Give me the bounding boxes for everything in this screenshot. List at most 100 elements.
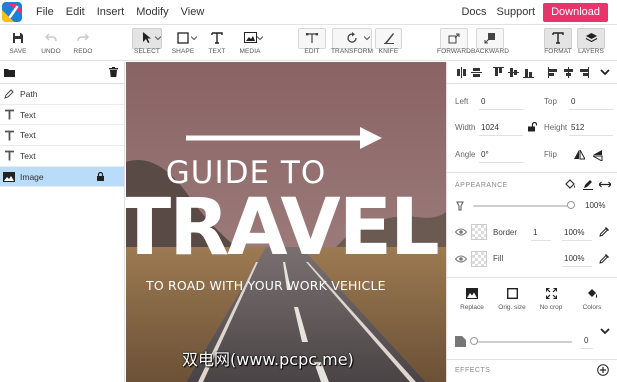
filter-slider-thumb[interactable] <box>470 337 478 345</box>
menu-modify[interactable]: Modify <box>136 0 168 25</box>
menu-view[interactable]: View <box>181 0 205 25</box>
original-size-button[interactable]: Orig. size <box>494 288 530 311</box>
flip-horizontal-icon[interactable] <box>574 150 585 160</box>
height-input[interactable]: 512 <box>571 123 584 132</box>
layer-item-image[interactable]: Image <box>0 166 124 188</box>
align-right-icon[interactable] <box>578 67 589 78</box>
backward-button[interactable]: BACKWARD <box>471 26 509 61</box>
opacity-value[interactable]: 100% <box>585 201 605 210</box>
align-top-icon[interactable] <box>493 67 504 78</box>
replace-label: Replace <box>460 304 484 311</box>
filter-value[interactable]: 0 <box>584 336 588 345</box>
undo-label: UNDO <box>41 48 61 55</box>
opacity-slider-track[interactable] <box>473 205 571 207</box>
media-tool[interactable]: MEDIA <box>234 26 266 61</box>
align-left-icon[interactable] <box>548 67 559 78</box>
fill-label: Fill <box>493 254 504 263</box>
left-input[interactable]: 0 <box>481 97 485 106</box>
menu-insert[interactable]: Insert <box>97 0 125 25</box>
redo-button[interactable]: REDO <box>68 26 98 61</box>
save-button[interactable]: SAVE <box>3 26 33 61</box>
app-logo[interactable] <box>2 2 22 22</box>
download-button[interactable]: Download <box>543 3 608 22</box>
eyedropper-icon[interactable] <box>599 226 610 237</box>
transform-chevron-down-icon[interactable] <box>364 35 370 41</box>
format-button[interactable]: FORMAT <box>541 26 575 61</box>
transform-label: TRANSFORM <box>330 48 374 55</box>
design-canvas[interactable]: GUIDE TO TRAVEL TO ROAD WITH YOUR WORK V… <box>126 62 446 382</box>
paint-bucket-icon <box>588 289 598 298</box>
layer-item-text[interactable]: Text <box>0 146 124 167</box>
canvas-subtitle[interactable]: TO ROAD WITH YOUR WORK VEHICLE <box>146 278 386 293</box>
width-input-underline <box>479 135 523 136</box>
visibility-eye-icon[interactable] <box>455 255 467 263</box>
layer-label: Text <box>20 130 36 141</box>
width-input[interactable]: 1024 <box>481 123 499 132</box>
app-window: File Edit Insert Modify View Docs Suppor… <box>0 0 617 382</box>
fill-color-swatch[interactable] <box>471 251 487 267</box>
angle-input[interactable]: 0° <box>481 150 489 159</box>
media-chevron-down-icon[interactable] <box>257 35 263 41</box>
format-label: FORMAT <box>544 48 572 55</box>
distribute-h-icon[interactable] <box>456 67 467 78</box>
shape-label: SHAPE <box>171 48 195 55</box>
align-middle-icon[interactable] <box>508 67 519 78</box>
knife-tool[interactable]: KNIFE <box>373 26 404 61</box>
filter-slider-track[interactable] <box>474 341 572 343</box>
pencil-icon[interactable] <box>583 179 593 190</box>
opacity-slider-thumb[interactable] <box>567 201 575 209</box>
forward-button[interactable]: FORWARD <box>437 26 471 61</box>
save-label: SAVE <box>9 48 27 55</box>
support-link[interactable]: Support <box>497 0 536 25</box>
select-chevron-down-icon[interactable] <box>155 35 161 41</box>
top-input-underline <box>569 109 613 110</box>
text-tool[interactable]: TEXT <box>202 26 232 61</box>
shape-tool[interactable]: SHAPE <box>166 26 200 61</box>
distribute-v-icon[interactable] <box>471 67 482 78</box>
toolbar: SAVE UNDO REDO SELECT SHAPE TEXT MEDIA E… <box>0 26 617 61</box>
layer-item-path[interactable]: Path <box>0 84 124 105</box>
fill-opacity-input[interactable]: 100% <box>564 254 584 263</box>
border-width-input[interactable]: 1 <box>533 228 537 237</box>
eyedropper-icon[interactable] <box>599 253 610 264</box>
filter-value-underline <box>581 348 593 349</box>
select-tool[interactable]: SELECT <box>130 26 164 61</box>
colors-button[interactable]: Colors <box>574 288 610 311</box>
top-input[interactable]: 0 <box>571 97 575 106</box>
resize-horizontal-icon[interactable] <box>599 181 611 188</box>
shape-chevron-down-icon[interactable] <box>191 35 197 41</box>
angle-input-underline <box>479 162 523 163</box>
chevron-down-icon[interactable] <box>600 328 610 335</box>
canvas-title[interactable]: TRAVEL <box>126 184 440 272</box>
chevron-down-icon[interactable] <box>600 69 610 76</box>
redo-icon <box>75 30 91 45</box>
menu-file[interactable]: File <box>36 0 54 25</box>
border-color-swatch[interactable] <box>471 224 487 240</box>
text-icon <box>3 150 15 162</box>
unlock-icon[interactable] <box>528 122 537 132</box>
layers-button[interactable]: LAYERS <box>574 26 608 61</box>
lock-icon[interactable] <box>97 171 104 181</box>
layer-item-text[interactable]: Text <box>0 105 124 126</box>
layers-panel-header <box>0 62 124 84</box>
paint-bucket-icon[interactable] <box>564 179 576 190</box>
no-crop-button[interactable]: No crop <box>533 288 569 311</box>
align-center-icon[interactable] <box>563 67 574 78</box>
square-icon <box>175 30 191 45</box>
trash-icon[interactable] <box>109 67 118 77</box>
docs-link[interactable]: Docs <box>461 0 486 25</box>
transform-tool[interactable]: TRANSFORM <box>329 26 375 61</box>
layers-panel: Path Text Text Text Image <box>0 62 125 382</box>
align-bottom-icon[interactable] <box>523 67 534 78</box>
add-effect-icon[interactable] <box>597 364 609 376</box>
menu-edit[interactable]: Edit <box>66 0 85 25</box>
flip-vertical-icon[interactable] <box>593 150 603 161</box>
folder-icon[interactable] <box>4 68 15 77</box>
edit-tool[interactable]: EDIT <box>297 26 327 61</box>
undo-button[interactable]: UNDO <box>36 26 66 61</box>
left-label: Left <box>455 97 469 106</box>
replace-image-button[interactable]: Replace <box>454 288 490 311</box>
visibility-eye-icon[interactable] <box>455 228 467 236</box>
border-opacity-input[interactable]: 100% <box>564 228 584 237</box>
layer-item-text[interactable]: Text <box>0 125 124 147</box>
